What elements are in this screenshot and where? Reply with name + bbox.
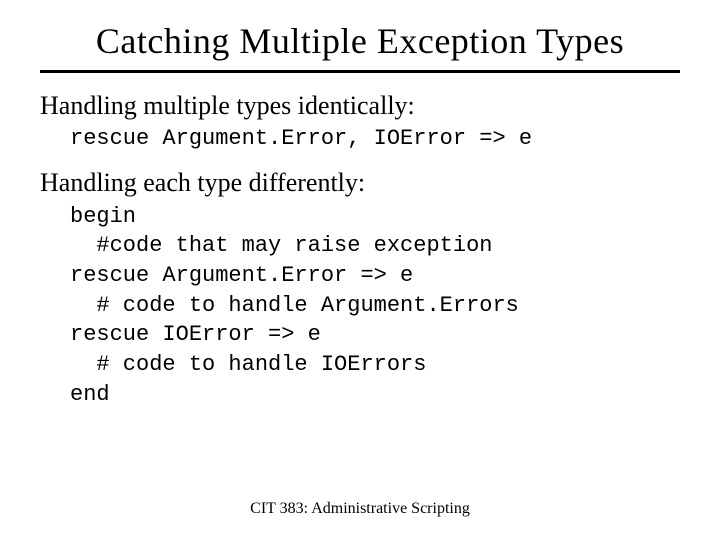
section1-heading: Handling multiple types identically:	[40, 91, 680, 121]
section1-code: rescue Argument.Error, IOError => e	[70, 125, 680, 154]
section2-code: begin #code that may raise exception res…	[70, 202, 680, 410]
slide-title: Catching Multiple Exception Types	[40, 20, 680, 62]
section2-heading: Handling each type differently:	[40, 168, 680, 198]
slide: Catching Multiple Exception Types Handli…	[0, 0, 720, 540]
slide-footer: CIT 383: Administrative Scripting	[0, 500, 720, 518]
title-divider	[40, 70, 680, 73]
